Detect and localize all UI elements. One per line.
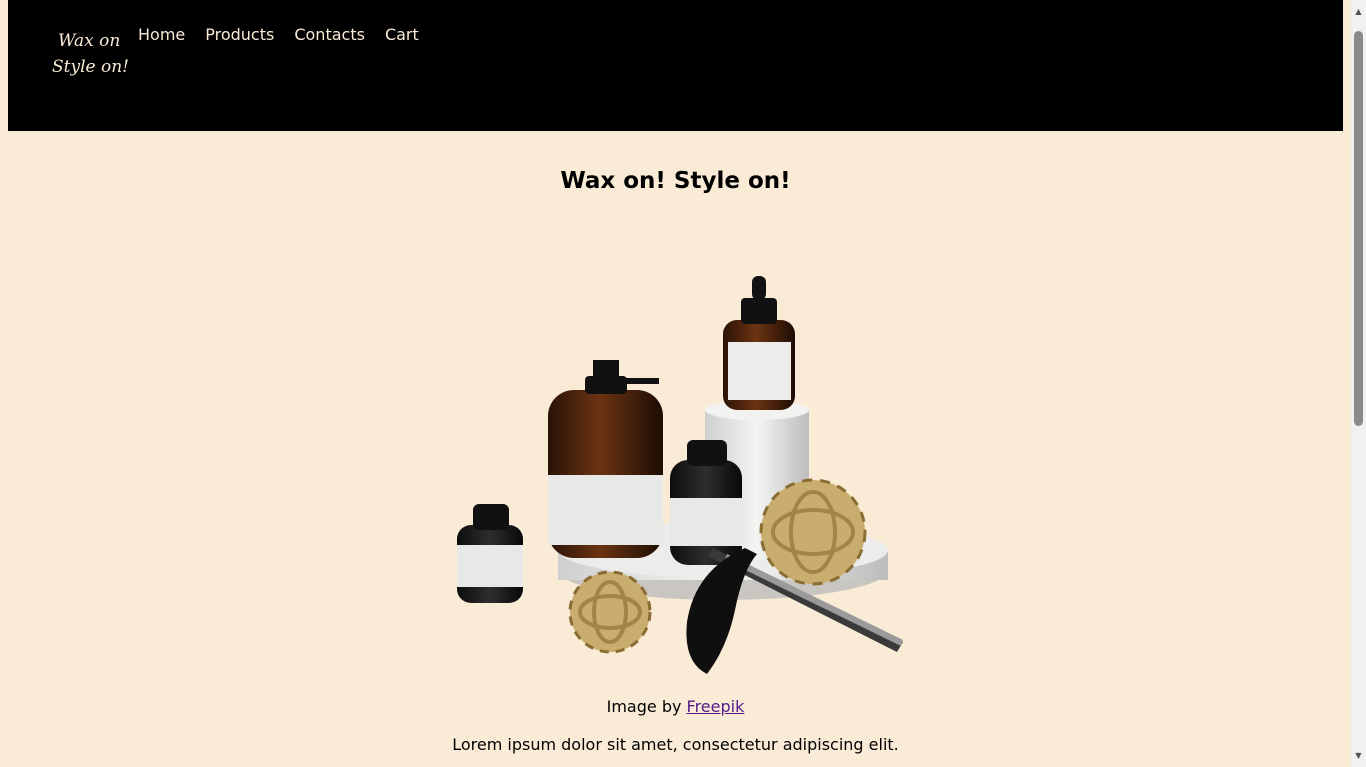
page-description: Lorem ipsum dolor sit amet, consectetur … [452,735,899,754]
scroll-down-icon[interactable]: ▼ [1351,748,1366,763]
scroll-up-icon[interactable]: ▲ [1351,4,1366,19]
logo-line-1: Wax on [58,31,121,51]
page: Wax on Style on! Home Products Contacts … [0,0,1366,767]
image-credit: Image by Freepik [8,696,1343,718]
main-nav: Home Products Contacts Cart [138,24,419,46]
site-logo[interactable]: Wax on Style on! [52,28,129,92]
hero-image [457,276,903,674]
page-title: Wax on! Style on! [560,168,791,194]
nav-products-link[interactable]: Products [205,24,274,46]
nav-contacts-link[interactable]: Contacts [294,24,365,46]
nav-cart-link[interactable]: Cart [385,24,419,46]
vertical-scrollbar[interactable]: ▲ ▼ [1351,0,1366,767]
site-header: Wax on Style on! Home Products Contacts … [8,0,1343,131]
nav-home-link[interactable]: Home [138,24,185,46]
scroll-thumb[interactable] [1354,31,1363,426]
credit-prefix: Image by [606,697,687,716]
logo-line-2: Style on! [52,57,129,77]
freepik-link[interactable]: Freepik [687,697,745,716]
